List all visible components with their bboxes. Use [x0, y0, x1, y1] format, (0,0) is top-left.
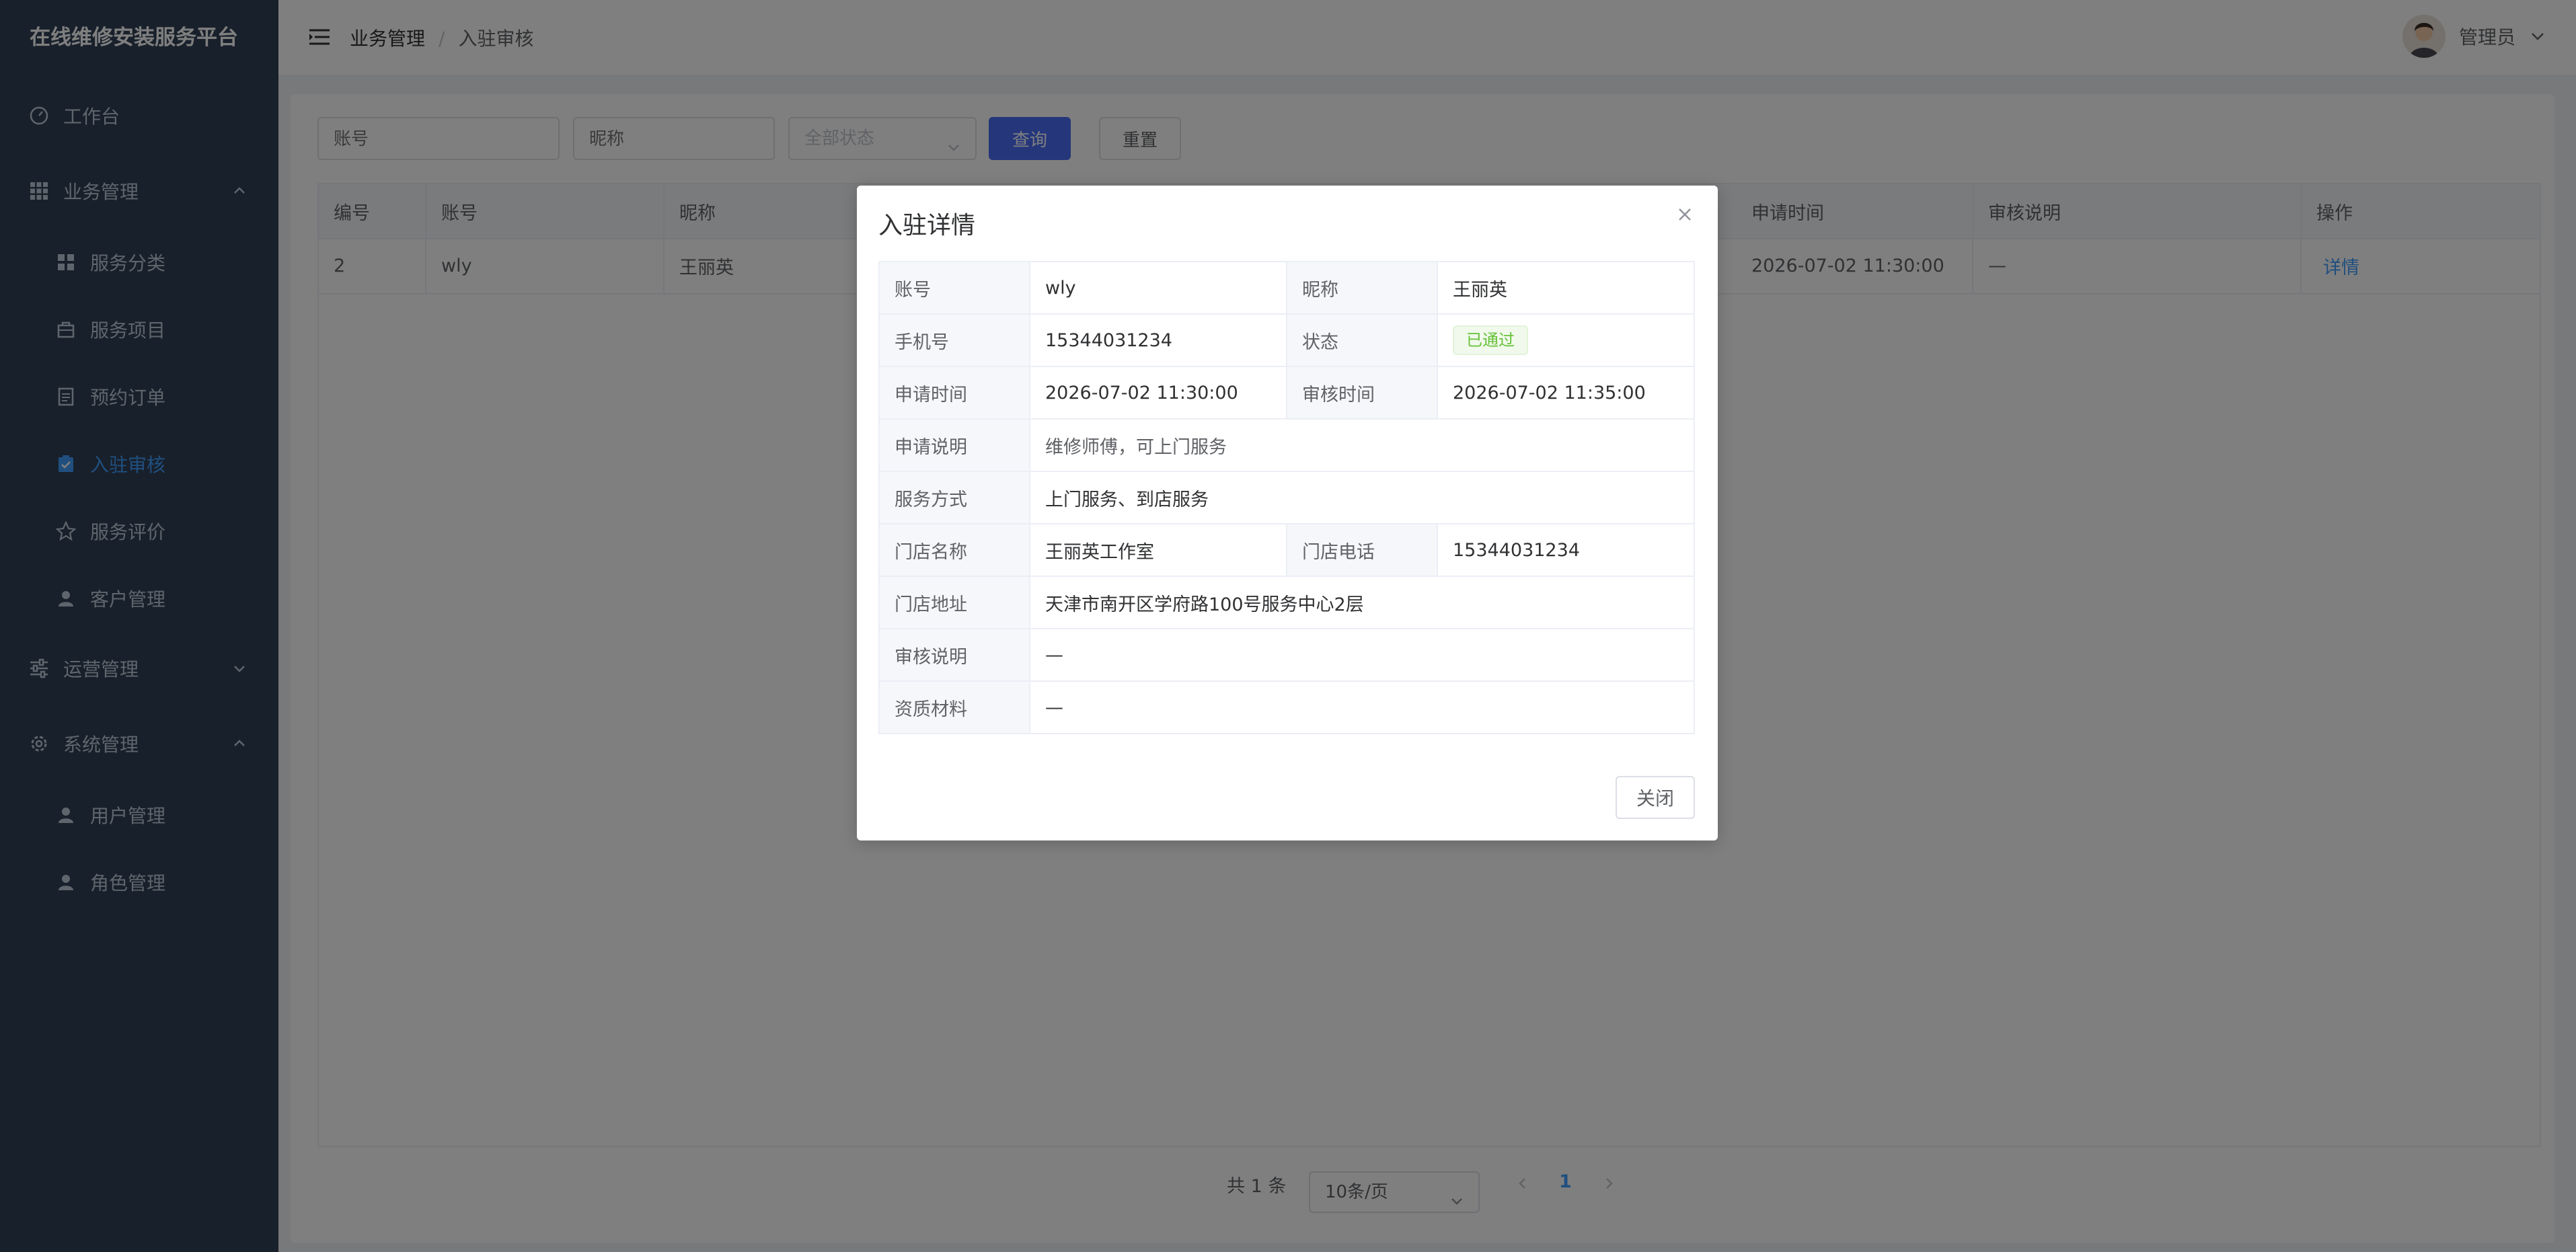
- detail-dialog: 入驻详情 账号 wly 昵称 王丽英 手机号 15344031234 状态 已通…: [857, 186, 1718, 840]
- dialog-title: 入驻详情: [878, 212, 976, 239]
- field-label: 手机号: [878, 313, 1030, 367]
- field-value-review-time: 2026-07-02 11:35:00: [1437, 366, 1695, 420]
- field-value-review-note: —: [1029, 628, 1695, 682]
- field-label: 资质材料: [878, 680, 1030, 734]
- close-button[interactable]: 关闭: [1616, 776, 1695, 819]
- field-label: 账号: [878, 261, 1030, 315]
- field-value-apply-note: 维修师傅，可上门服务: [1029, 418, 1695, 472]
- field-label: 门店地址: [878, 576, 1030, 629]
- field-label: 审核时间: [1286, 366, 1438, 420]
- detail-row: 手机号 15344031234 状态 已通过: [878, 313, 1695, 367]
- detail-row: 资质材料 —: [878, 680, 1695, 734]
- field-value-apply-time: 2026-07-02 11:30:00: [1029, 366, 1287, 420]
- detail-row: 申请时间 2026-07-02 11:30:00 审核时间 2026-07-02…: [878, 366, 1695, 420]
- detail-row: 服务方式 上门服务、到店服务: [878, 471, 1695, 524]
- field-label: 申请说明: [878, 418, 1030, 472]
- field-value-store-name: 王丽英工作室: [1029, 523, 1287, 577]
- field-value-store-address: 天津市南开区学府路100号服务中心2层: [1029, 576, 1695, 629]
- field-label: 申请时间: [878, 366, 1030, 420]
- field-label: 门店名称: [878, 523, 1030, 577]
- field-value-nickname: 王丽英: [1437, 261, 1695, 315]
- field-value-service-mode: 上门服务、到店服务: [1029, 471, 1695, 524]
- detail-descriptions: 账号 wly 昵称 王丽英 手机号 15344031234 状态 已通过 申请时…: [878, 261, 1695, 734]
- detail-row: 门店地址 天津市南开区学府路100号服务中心2层: [878, 576, 1695, 629]
- field-value-phone: 15344031234: [1029, 313, 1287, 367]
- field-value-qualification: —: [1029, 680, 1695, 734]
- field-value-status: 已通过: [1437, 313, 1695, 367]
- detail-row: 门店名称 王丽英工作室 门店电话 15344031234: [878, 523, 1695, 577]
- status-badge: 已通过: [1453, 325, 1528, 355]
- field-label: 昵称: [1286, 261, 1438, 315]
- detail-row: 申请说明 维修师傅，可上门服务: [878, 418, 1695, 472]
- field-label: 门店电话: [1286, 523, 1438, 577]
- field-label: 状态: [1286, 313, 1438, 367]
- field-label: 审核说明: [878, 628, 1030, 682]
- detail-row: 账号 wly 昵称 王丽英: [878, 261, 1695, 315]
- close-icon[interactable]: [1675, 204, 1695, 225]
- detail-row: 审核说明 —: [878, 628, 1695, 682]
- field-value-store-phone: 15344031234: [1437, 523, 1695, 577]
- field-value-account: wly: [1029, 261, 1287, 315]
- field-label: 服务方式: [878, 471, 1030, 524]
